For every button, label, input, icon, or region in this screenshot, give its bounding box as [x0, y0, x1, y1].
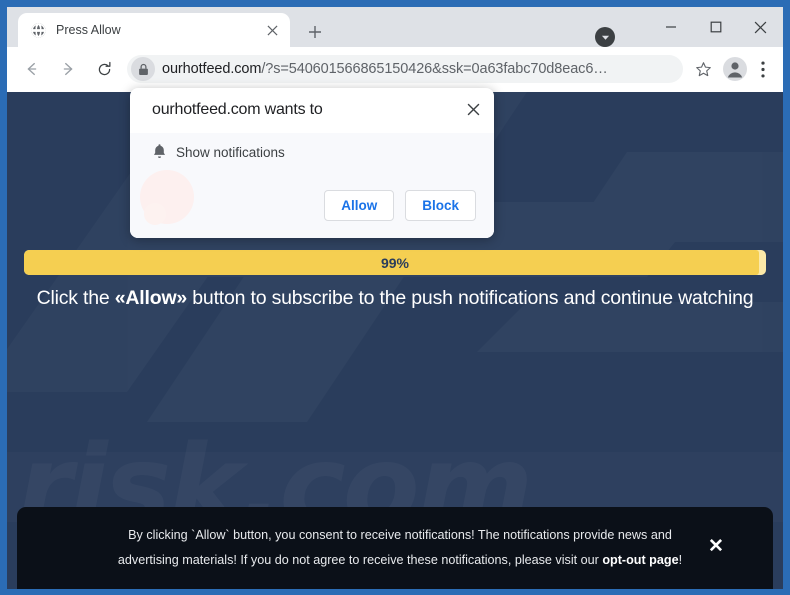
dialog-title: ourhotfeed.com wants to: [152, 101, 323, 118]
window-maximize-button[interactable]: [693, 7, 738, 47]
forward-arrow-icon[interactable]: [53, 54, 83, 84]
download-arrow-icon[interactable]: [595, 27, 615, 47]
permission-label: Show notifications: [176, 145, 285, 160]
url-domain: ourhotfeed.com: [162, 61, 262, 77]
window-controls: [648, 7, 783, 47]
window-frame-left: [0, 0, 7, 595]
headline-prefix: Click the: [36, 287, 115, 309]
allow-button[interactable]: Allow: [324, 190, 395, 221]
opt-out-page-link[interactable]: opt-out page: [602, 553, 678, 567]
new-tab-button[interactable]: [302, 19, 328, 45]
address-bar[interactable]: ourhotfeed.com/?s=540601566865150426&ssk…: [127, 55, 683, 83]
url-path: /?s=540601566865150426&ssk=0a63fabc70d8e…: [261, 61, 608, 77]
three-dot-menu-icon[interactable]: [749, 55, 777, 83]
address-bar-url: ourhotfeed.com/?s=540601566865150426&ssk…: [162, 61, 608, 77]
progress-bar-label: 99%: [380, 254, 410, 271]
consent-line-1: By clicking `Allow` button, you consent …: [128, 528, 672, 542]
profile-avatar-icon[interactable]: [721, 55, 749, 83]
reload-icon[interactable]: [89, 54, 119, 84]
consent-banner: By clicking `Allow` button, you consent …: [17, 507, 773, 589]
window-close-button[interactable]: [738, 7, 783, 47]
progress-bar: 99%: [24, 250, 766, 275]
headline-suffix: button to subscribe to the push notifica…: [187, 287, 754, 309]
consent-line-2-prefix: advertising materials! If you do not agr…: [117, 553, 603, 567]
browser-window: Press Allow ourhotfeed.com/?s=5406015668…: [0, 0, 790, 595]
permission-row: Show notifications: [152, 144, 285, 160]
dialog-close-icon[interactable]: [460, 96, 486, 122]
notification-permission-dialog: ourhotfeed.com wants to Show notificatio…: [130, 88, 494, 238]
lock-icon[interactable]: [131, 57, 155, 81]
star-icon[interactable]: [689, 55, 717, 83]
browser-toolbar: ourhotfeed.com/?s=540601566865150426&ssk…: [7, 47, 783, 92]
consent-line-2-suffix: !: [678, 553, 683, 567]
tab-title: Press Allow: [56, 23, 121, 37]
headline-emphasis: «Allow»: [114, 287, 188, 309]
bell-icon: [152, 143, 167, 165]
page-headline: Click the «Allow» button to subscribe to…: [7, 287, 783, 310]
window-frame-bottom: [0, 589, 790, 595]
tab-strip: Press Allow: [7, 7, 783, 47]
browser-tab[interactable]: Press Allow: [18, 13, 290, 47]
globe-icon: [29, 21, 47, 39]
window-frame-top: [0, 0, 790, 7]
window-minimize-button[interactable]: [648, 7, 693, 47]
block-button[interactable]: Block: [405, 190, 476, 221]
tab-close-icon[interactable]: [263, 21, 282, 40]
window-frame-right: [783, 0, 790, 595]
consent-banner-close-icon[interactable]: ✕: [704, 534, 728, 558]
back-arrow-icon[interactable]: [17, 54, 47, 84]
consent-banner-text: By clicking `Allow` button, you consent …: [17, 523, 773, 573]
dialog-actions: Allow Block: [324, 190, 476, 221]
